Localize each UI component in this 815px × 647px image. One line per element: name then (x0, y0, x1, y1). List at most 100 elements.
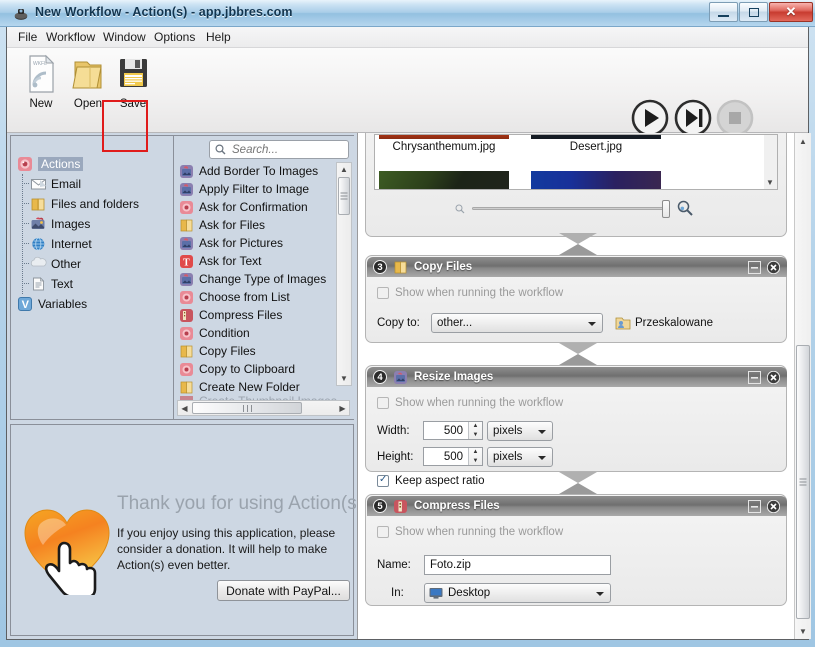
thumbnail-zoom-slider[interactable] (374, 198, 778, 218)
thumbnail-item[interactable] (531, 171, 661, 189)
menu-options[interactable]: Options (149, 30, 200, 45)
thumbnail-image (379, 135, 509, 139)
tree-item-files-and-folders[interactable]: Files and folders (11, 194, 173, 214)
archive-name-field[interactable]: Foto.zip (424, 555, 611, 575)
slider-track[interactable] (472, 207, 668, 210)
scroll-down-arrow[interactable]: ▼ (795, 624, 811, 638)
show-when-running-checkbox[interactable] (377, 526, 389, 538)
files-folders-icon (393, 260, 408, 275)
width-unit-select[interactable]: pixels (487, 421, 553, 441)
desktop-icon (429, 586, 443, 600)
scroll-up-arrow[interactable]: ▲ (337, 163, 351, 176)
collapse-button[interactable] (748, 261, 761, 274)
show-when-running-checkbox[interactable] (377, 397, 389, 409)
maximize-button[interactable] (739, 2, 768, 22)
keep-aspect-ratio-label: Keep aspect ratio (395, 475, 485, 487)
list-item[interactable]: T Ask for Text (175, 252, 354, 270)
menu-file[interactable]: File (13, 30, 42, 45)
workflow-step-preview-card: Chrysanthemum.jpg Desert.jpg ▼ (365, 133, 787, 237)
slider-handle[interactable] (662, 200, 670, 218)
actions-list-scrollbar-vertical[interactable]: ▲ ▼ (336, 162, 352, 386)
actions-list[interactable]: Add Border To Images Apply Filter to Ima… (175, 162, 354, 403)
show-when-running-row[interactable]: Show when running the workflow (377, 397, 787, 409)
width-stepper[interactable]: ▲ ▼ (468, 422, 482, 439)
list-item[interactable]: Add Border To Images (175, 162, 354, 180)
width-field[interactable]: 500 ▲ ▼ (423, 421, 483, 440)
menu-workflow[interactable]: Workflow (41, 30, 100, 45)
stepper-up-arrow[interactable]: ▲ (469, 422, 482, 431)
list-item[interactable]: Condition (175, 324, 354, 342)
height-unit-select[interactable]: pixels (487, 447, 553, 467)
title-bar: New Workflow - Action(s) - app.jbbres.co… (0, 0, 815, 27)
scroll-left-arrow[interactable]: ◀ (178, 401, 191, 415)
archive-location-select[interactable]: Desktop (424, 583, 611, 603)
tree-item-actions[interactable]: Actions (11, 154, 173, 174)
list-item[interactable]: Create New Folder (175, 378, 354, 396)
copy-to-select[interactable]: other... (431, 313, 603, 333)
list-item[interactable]: Copy to Clipboard (175, 360, 354, 378)
donate-with-paypal-button[interactable]: Donate with PayPal... (217, 580, 350, 601)
list-item-label: Compress Files (199, 308, 283, 322)
close-step-button[interactable] (766, 499, 781, 514)
show-when-running-row[interactable]: Show when running the workflow (377, 287, 787, 299)
height-stepper[interactable]: ▲ ▼ (468, 448, 482, 465)
thumbnail-list-scrollbar[interactable]: ▼ (764, 134, 778, 190)
height-field[interactable]: 500 ▲ ▼ (423, 447, 483, 466)
tree-item-internet[interactable]: Internet (11, 234, 173, 254)
close-step-button[interactable] (766, 260, 781, 275)
step-header[interactable]: 3 Copy Files (367, 257, 787, 277)
svg-text:T: T (183, 257, 190, 268)
step-title: Resize Images (414, 371, 494, 383)
collapse-button[interactable] (748, 500, 761, 513)
search-input[interactable] (230, 142, 342, 157)
save-button[interactable]: Save (107, 53, 159, 127)
scroll-right-arrow[interactable]: ▶ (336, 401, 349, 415)
collapse-button[interactable] (748, 371, 761, 384)
list-item[interactable]: Ask for Confirmation (175, 198, 354, 216)
stepper-up-arrow[interactable]: ▲ (469, 448, 482, 457)
show-when-running-checkbox[interactable] (377, 287, 389, 299)
tree-item-other[interactable]: Other (11, 254, 173, 274)
list-item[interactable]: Change Type of Images (175, 270, 354, 288)
thumbnail-list[interactable]: Chrysanthemum.jpg Desert.jpg (374, 134, 778, 190)
list-item-label: Add Border To Images (199, 164, 319, 178)
list-item-label: Ask for Text (199, 254, 262, 268)
workflow-scrollbar-vertical[interactable]: ▲ ▼ (794, 133, 811, 639)
list-item[interactable]: Compress Files (175, 306, 354, 324)
list-item[interactable]: Ask for Files (175, 216, 354, 234)
thumbnail-label: Chrysanthemum.jpg (392, 141, 496, 153)
scrollbar-thumb[interactable] (796, 345, 810, 619)
thumbnail-item[interactable] (379, 171, 509, 189)
stepper-down-arrow[interactable]: ▼ (469, 431, 482, 440)
list-item-label: Apply Filter to Image (199, 182, 310, 196)
actions-list-scrollbar-horizontal[interactable]: ◀ ▶ (177, 400, 350, 416)
list-item[interactable]: Ask for Pictures (175, 234, 354, 252)
step-header[interactable]: 5 Compress Files (367, 496, 787, 516)
show-when-running-row[interactable]: Show when running the workflow (377, 526, 787, 538)
scrollbar-thumb[interactable] (192, 402, 302, 414)
close-step-button[interactable] (766, 370, 781, 385)
stepper-down-arrow[interactable]: ▼ (469, 457, 482, 466)
tree-item-variables[interactable]: V Variables (11, 294, 173, 314)
tree-item-text[interactable]: Text (11, 274, 173, 294)
scrollbar-thumb[interactable] (338, 177, 350, 215)
list-item[interactable]: Choose from List (175, 288, 354, 306)
scroll-down-arrow[interactable]: ▼ (337, 372, 351, 385)
list-item[interactable]: Apply Filter to Image (175, 180, 354, 198)
tree-item-email[interactable]: Email (11, 174, 173, 194)
menu-window[interactable]: Window (98, 30, 151, 45)
scroll-down-arrow[interactable]: ▼ (764, 176, 776, 188)
list-item[interactable]: Copy Files (175, 342, 354, 360)
new-button[interactable]: WKFL New (15, 53, 67, 127)
thumbnail-item[interactable]: Chrysanthemum.jpg (379, 135, 509, 153)
tree-item-images[interactable]: Images (11, 214, 173, 234)
search-box[interactable] (209, 140, 349, 159)
thumbnail-item[interactable]: Desert.jpg (531, 135, 661, 153)
keep-aspect-ratio-checkbox[interactable] (377, 474, 389, 487)
minimize-button[interactable] (709, 2, 738, 22)
step-header[interactable]: 4 Resize Images (367, 367, 787, 387)
scroll-up-arrow[interactable]: ▲ (795, 134, 811, 148)
close-button[interactable]: ✕ (769, 2, 813, 22)
menu-help[interactable]: Help (201, 30, 236, 45)
step-number: 5 (373, 499, 387, 513)
